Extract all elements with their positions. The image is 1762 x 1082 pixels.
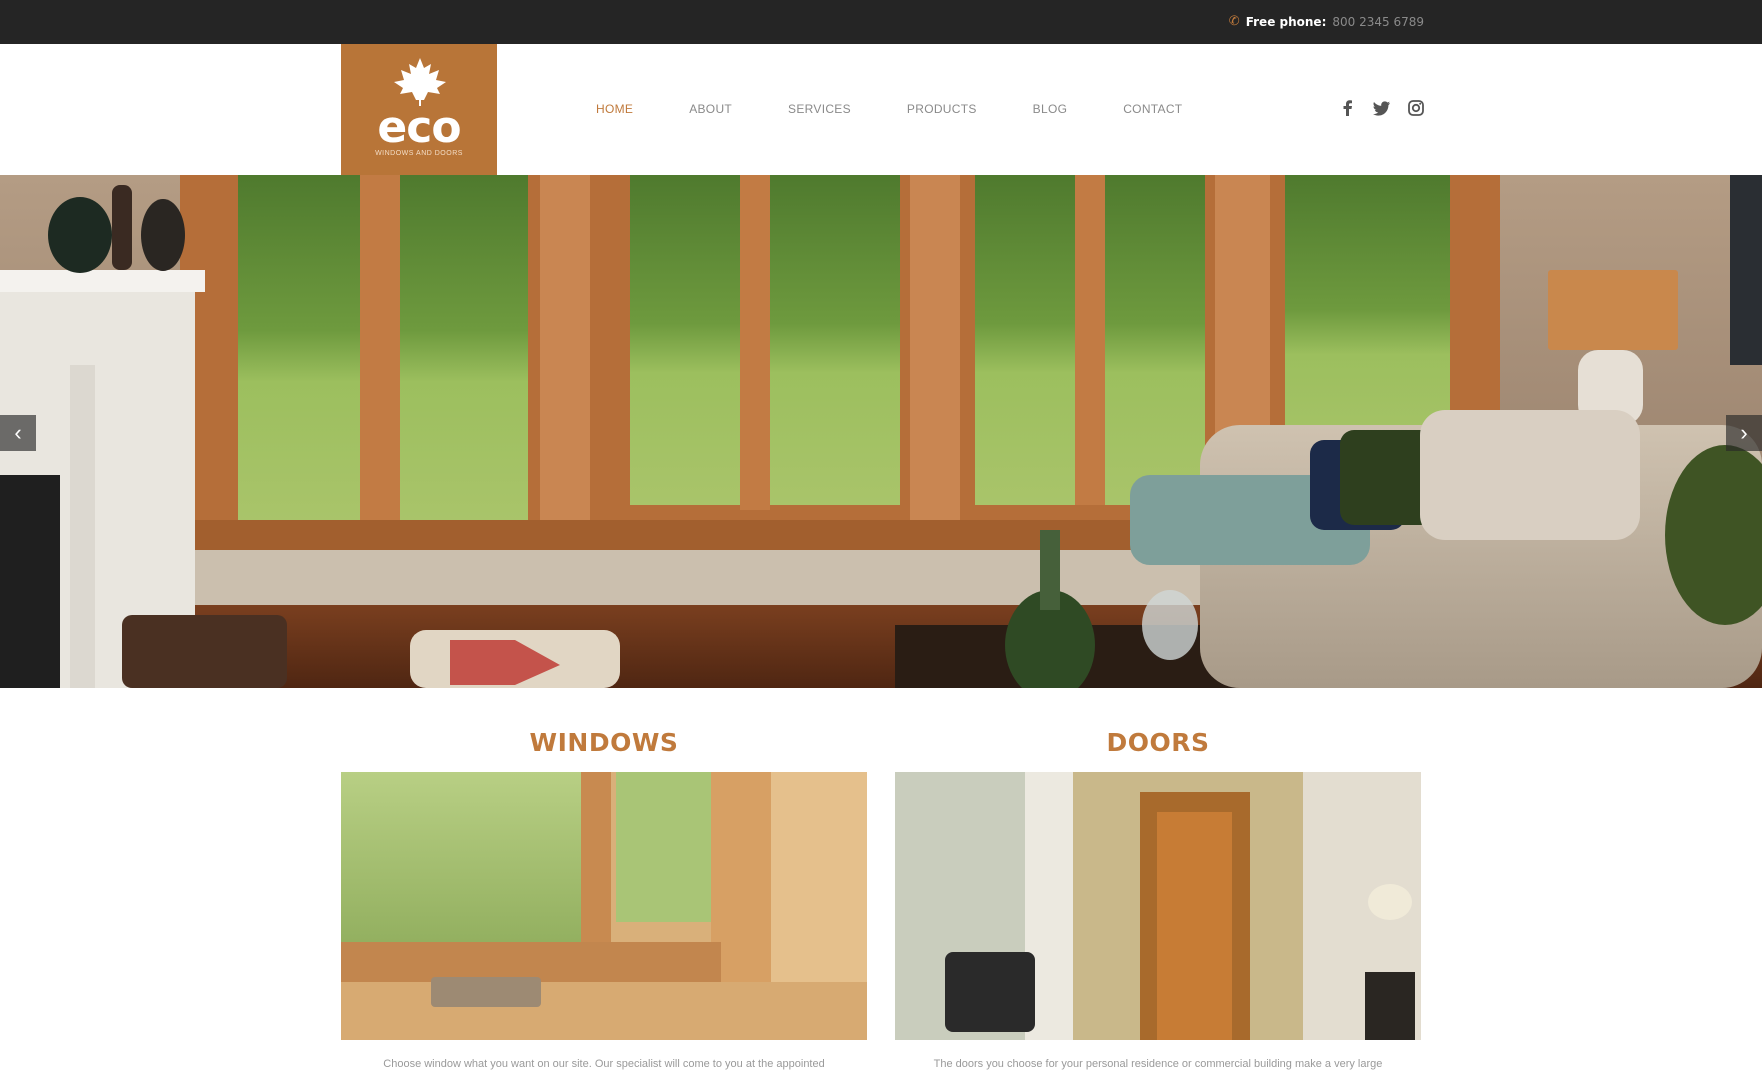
windows-photo (341, 772, 867, 1040)
hero-slider: ‹ › (0, 175, 1762, 688)
site-logo[interactable]: eco WINDOWS AND DOORS (341, 44, 497, 175)
instagram-icon[interactable] (1406, 98, 1426, 118)
top-bar: ✆ Free phone: 800 2345 6789 (0, 0, 1762, 44)
phone-icon: ✆ (1228, 14, 1240, 29)
nav-home[interactable]: HOME (596, 102, 633, 116)
logo-tagline: WINDOWS AND DOORS (375, 150, 463, 157)
slider-prev-button[interactable]: ‹ (0, 415, 36, 451)
slider-next-button[interactable]: › (1726, 415, 1762, 451)
facebook-icon[interactable] (1338, 98, 1358, 118)
nav-blog[interactable]: BLOG (1033, 102, 1068, 116)
doors-title: DOORS (1106, 728, 1210, 757)
maple-leaf-icon (394, 58, 446, 106)
logo-brand: eco (377, 102, 461, 153)
nav-about[interactable]: ABOUT (689, 102, 732, 116)
windows-image[interactable] (341, 772, 867, 1040)
nav-services[interactable]: SERVICES (788, 102, 851, 116)
nav-contact[interactable]: CONTACT (1123, 102, 1182, 116)
doors-description: The doors you choose for your personal r… (933, 1058, 1383, 1070)
nav-products[interactable]: PRODUCTS (907, 102, 977, 116)
social-links (1338, 98, 1426, 118)
main-nav: HOME ABOUT SERVICES PRODUCTS BLOG CONTAC… (596, 102, 1182, 116)
twitter-icon[interactable] (1372, 98, 1392, 118)
phone-label: Free phone: (1245, 14, 1327, 29)
doors-image[interactable] (895, 772, 1421, 1040)
windows-title: WINDOWS (529, 728, 679, 757)
phone-number[interactable]: 800 2345 6789 (1332, 15, 1424, 29)
phone-info: ✆ Free phone: 800 2345 6789 (1229, 14, 1424, 29)
doors-photo (895, 772, 1421, 1040)
windows-description: Choose window what you want on our site.… (383, 1058, 825, 1070)
site-header: eco WINDOWS AND DOORS HOME ABOUT SERVICE… (0, 44, 1762, 175)
hero-image (0, 175, 1762, 688)
